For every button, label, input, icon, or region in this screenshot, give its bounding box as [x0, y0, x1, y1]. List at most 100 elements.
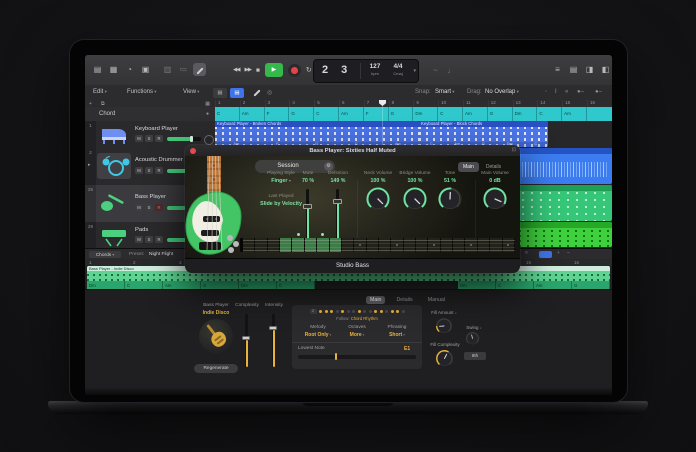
chord-cell[interactable]: Dm	[239, 281, 277, 289]
phrasing-dropdown[interactable]: Phrasing Short	[375, 325, 419, 338]
track-name[interactable]: Pads	[135, 227, 148, 233]
player-style[interactable]: Indie Disco	[186, 310, 246, 316]
crosshair-tool-icon[interactable]: ◎	[267, 89, 272, 96]
editor-tab[interactable]: Main	[366, 296, 385, 304]
chord-cell[interactable]: C	[277, 281, 315, 289]
preset-value[interactable]: Night Flight	[149, 252, 173, 257]
catch-playhead-button[interactable]	[539, 251, 552, 258]
link-icon[interactable]: ≡	[525, 251, 528, 256]
record-enable-button[interactable]: R	[155, 236, 163, 243]
region-keyboard-broken-chords[interactable]: Keyboard Player - Broken Chords AmFGCAm	[215, 121, 419, 147]
neck-volume-knob[interactable]	[365, 186, 391, 212]
record-enable-button[interactable]: R	[155, 204, 163, 211]
chord-cell[interactable]: C	[496, 281, 534, 289]
pattern-dot[interactable]	[396, 310, 399, 313]
view-menu[interactable]: View	[183, 89, 199, 95]
chord-cell[interactable]: G	[389, 107, 414, 121]
play-button[interactable]: ▶	[265, 63, 283, 77]
pattern-dot[interactable]	[391, 310, 394, 313]
follow-value[interactable]: Chord Rhythm	[351, 316, 378, 321]
pattern-dot[interactable]	[369, 310, 372, 313]
note-pads-icon[interactable]: ▤	[567, 63, 580, 76]
pattern-dot[interactable]	[341, 310, 344, 313]
edit-menu[interactable]: Edit	[93, 89, 107, 95]
lowest-note-value[interactable]: E1	[404, 346, 410, 352]
bridge-volume-knob[interactable]	[402, 186, 428, 212]
track-name[interactable]: Keyboard Player	[135, 126, 178, 132]
chord-cell[interactable]: F	[364, 107, 389, 121]
pattern-dot[interactable]	[336, 310, 339, 313]
chord-cell[interactable]: Dm	[513, 107, 538, 121]
track-name[interactable]: Acoustic Drummer	[135, 157, 183, 163]
fill-amount-knob[interactable]	[435, 317, 453, 335]
pattern-badge[interactable]: 2	[310, 309, 317, 314]
marquee-tool-icon[interactable]: I	[555, 89, 557, 95]
editor-tab[interactable]: Details	[392, 296, 416, 304]
follow-row[interactable]: Follow: Chord Rhythm	[292, 316, 422, 321]
chord-cell[interactable]: C	[215, 107, 240, 121]
apple-loops-icon[interactable]: ◨	[583, 63, 596, 76]
chord-cell[interactable]: C	[537, 107, 562, 121]
mute-button[interactable]: M	[135, 236, 143, 243]
melody-value[interactable]: Root Only	[296, 332, 340, 338]
editors-icon[interactable]	[193, 63, 206, 76]
fill-complexity-knob[interactable]	[435, 349, 454, 368]
mixer-icon[interactable]: ≔	[177, 63, 190, 76]
mute-button[interactable]: M	[135, 204, 143, 211]
chord-track-lane[interactable]: CAmFGCAmFGDmCAmGDmCAm	[215, 107, 612, 121]
zoom-in-icon[interactable]: +	[557, 251, 560, 256]
pattern-dot[interactable]	[347, 310, 350, 313]
lcd-display[interactable]: 2 3 127bpm 4/4Cmaj ▾	[313, 59, 419, 83]
toolbar-icon[interactable]: ▣	[139, 63, 152, 76]
record-enable-button[interactable]: R	[155, 167, 163, 174]
solo-button[interactable]: S	[145, 204, 153, 211]
pattern-dots[interactable]: 2	[292, 309, 422, 314]
complexity-thumb[interactable]	[242, 336, 250, 340]
pattern-dot[interactable]	[358, 310, 361, 313]
zoom-out-icon[interactable]: −	[567, 251, 570, 256]
editor-chord-lane-left[interactable]: DmCAmGDmC	[87, 281, 315, 289]
drag-value-dropdown[interactable]: No Overlap	[485, 89, 519, 95]
swing-knob[interactable]	[465, 331, 480, 346]
v-zoom-slider[interactable]: ●–	[595, 89, 602, 95]
pattern-dot[interactable]	[352, 310, 355, 313]
library-icon[interactable]: ▤	[91, 63, 104, 76]
chords-menu[interactable]: Chords	[89, 251, 121, 258]
chord-cell[interactable]: G	[572, 281, 610, 289]
phrasing-value[interactable]: Short	[375, 332, 419, 338]
chord-track-power-icon[interactable]: ●	[206, 111, 209, 117]
chord-cell[interactable]: Am	[562, 107, 587, 121]
chord-cell[interactable]: G	[488, 107, 513, 121]
chord-cell[interactable]: Am	[240, 107, 265, 121]
tone-knob[interactable]	[437, 186, 463, 212]
pattern-dot[interactable]	[363, 310, 366, 313]
cycle-button[interactable]: ↻	[306, 66, 312, 74]
record-button[interactable]	[288, 64, 301, 77]
inspector-icon[interactable]: ▦	[107, 63, 120, 76]
solo-button[interactable]: S	[145, 135, 153, 142]
intensity-thumb[interactable]	[269, 326, 277, 330]
catch-playhead-icon[interactable]: ◦	[545, 89, 547, 95]
tuner-icon[interactable]: ~	[429, 64, 442, 77]
disclosure-icon[interactable]: ▸	[88, 162, 91, 168]
pattern-dot[interactable]	[385, 310, 388, 313]
region-keyboard-block-chords[interactable]: Keyboard Player - Block Chords CAmGDmC	[419, 121, 548, 147]
forward-button[interactable]: ▶▶	[244, 67, 250, 73]
browser-icon[interactable]: ◧	[599, 63, 612, 76]
chord-cell[interactable]: G	[201, 281, 239, 289]
solo-button[interactable]: S	[145, 236, 153, 243]
list-editors-icon[interactable]: ≡	[551, 63, 564, 76]
mute-button[interactable]: M	[135, 135, 143, 142]
editor-chord-lane-right[interactable]: DmCAmG	[458, 281, 610, 289]
chord-cell[interactable]: G	[289, 107, 314, 121]
chord-cell[interactable]: Am	[163, 281, 201, 289]
definition-thumb[interactable]	[333, 199, 342, 204]
smart-controls-icon[interactable]: ▥	[161, 63, 174, 76]
pattern-dot[interactable]	[374, 310, 377, 313]
mute-button[interactable]: M	[135, 167, 143, 174]
h-zoom-slider[interactable]: ●–	[577, 89, 584, 95]
chord-cell[interactable]: C	[438, 107, 463, 121]
pattern-dot[interactable]	[402, 310, 405, 313]
piano-roll-view-button[interactable]: ▤	[230, 88, 244, 98]
chord-cell[interactable]: C	[314, 107, 339, 121]
